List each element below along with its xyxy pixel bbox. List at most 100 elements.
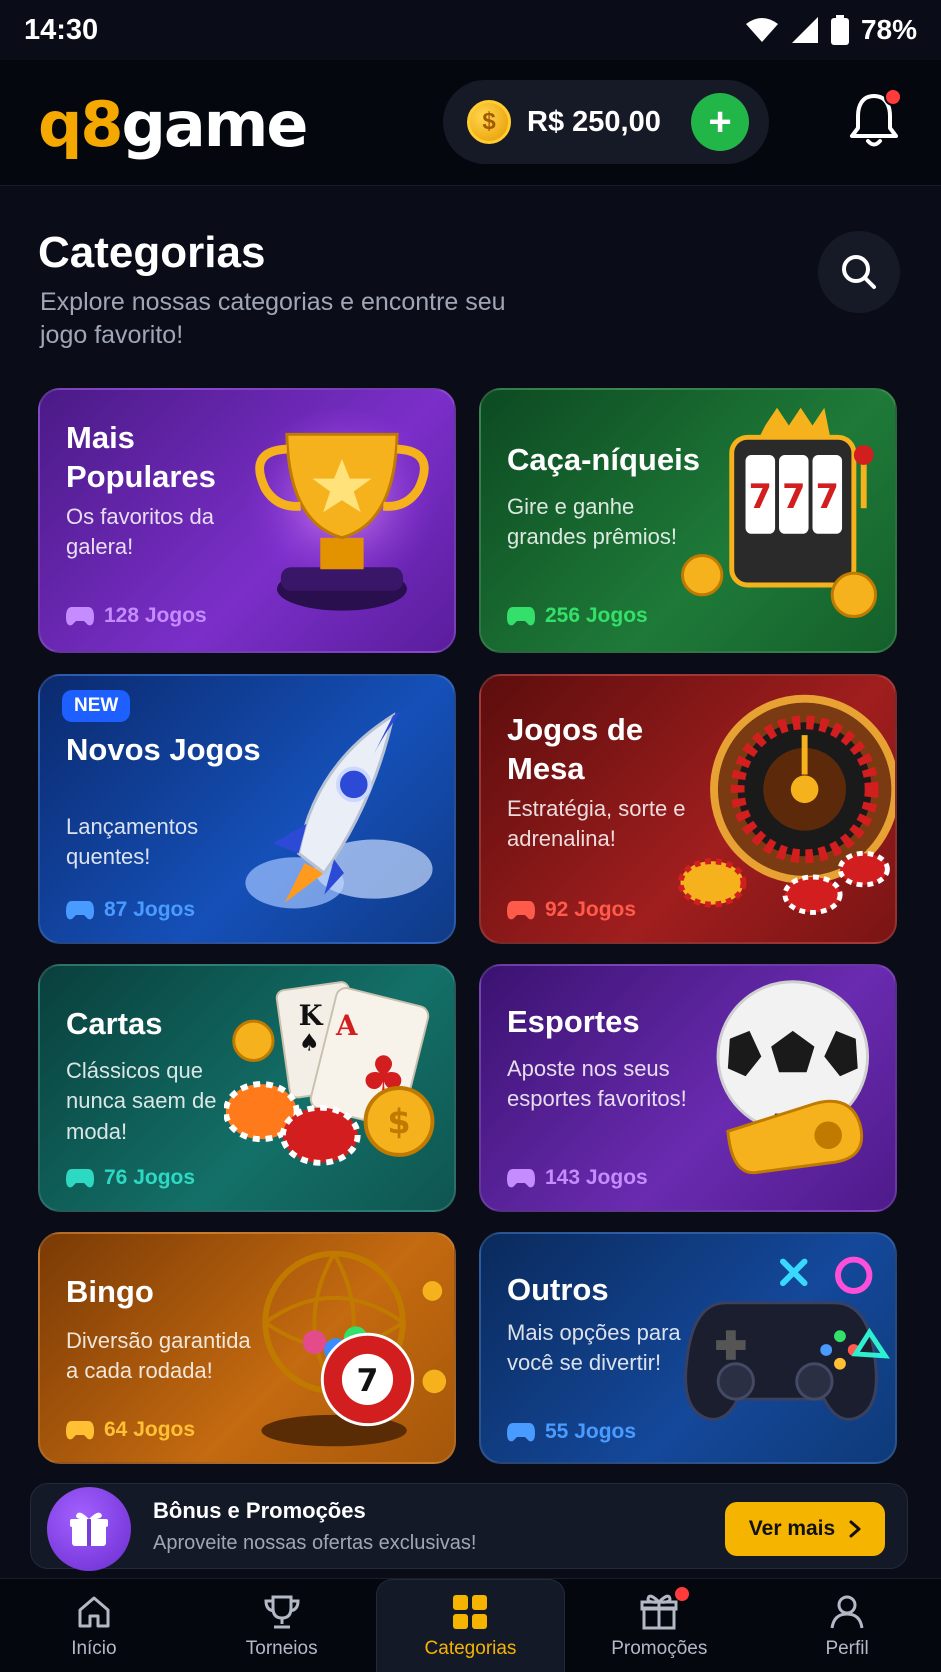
promo-title: Bônus e Promoções bbox=[153, 1498, 366, 1523]
nav-item-perfil[interactable]: Perfil bbox=[753, 1579, 941, 1672]
grid-icon bbox=[453, 1595, 488, 1629]
card-description: Aposte nos seus esportes favoritos! bbox=[507, 1056, 687, 1112]
page-title: Categorias bbox=[38, 228, 266, 277]
card-game-count: 76 Jogos bbox=[66, 1166, 195, 1190]
card-title: Mais Populares bbox=[66, 420, 216, 495]
category-card-caca-niqueis[interactable]: 7 7 7 Caça-níqueis Gire e ganhe grandes … bbox=[479, 388, 897, 653]
card-game-count: 128 Jogos bbox=[66, 604, 207, 628]
logo-part-q8: q8 bbox=[38, 88, 124, 161]
card-description: Estratégia, sorte e adrenalina! bbox=[507, 796, 686, 852]
nav-label: Promoções bbox=[611, 1637, 708, 1659]
card-game-count: 64 Jogos bbox=[66, 1418, 195, 1442]
nav-item-categorias[interactable]: Categorias bbox=[375, 1579, 566, 1672]
category-card-outros[interactable]: Outros Mais opções para você se divertir… bbox=[479, 1232, 897, 1464]
search-button[interactable] bbox=[818, 231, 900, 313]
status-time: 14:30 bbox=[24, 13, 99, 46]
category-card-esportes[interactable]: Esportes Aposte nos seus esportes favori… bbox=[479, 964, 897, 1212]
nav-label: Início bbox=[71, 1637, 117, 1659]
nav-notification-dot bbox=[675, 1587, 690, 1601]
coin-icon: $ bbox=[467, 100, 511, 144]
gamepad-icon bbox=[507, 901, 535, 920]
svg-text:7: 7 bbox=[782, 477, 805, 516]
wifi-icon bbox=[745, 18, 778, 42]
card-title: Jogos de Mesa bbox=[507, 712, 644, 787]
slot-machine-illustration: 7 7 7 bbox=[681, 407, 878, 619]
card-description: Clássicos que nunca saem de moda! bbox=[66, 1058, 217, 1144]
cards-chips-illustration: K ♠ A ♣ $ bbox=[224, 981, 435, 1166]
status-indicators: 78% bbox=[745, 14, 917, 46]
svg-text:K: K bbox=[299, 1000, 324, 1032]
promo-banner[interactable]: Bônus e Promoções Aproveite nossas ofert… bbox=[30, 1483, 908, 1571]
notifications-button[interactable] bbox=[848, 88, 904, 154]
page-subtitle: Explore nossas categorias e encontre seu… bbox=[40, 288, 506, 349]
home-icon bbox=[78, 1596, 110, 1627]
card-count-text: 92 Jogos bbox=[545, 898, 637, 921]
search-icon bbox=[842, 255, 876, 289]
gift-icon bbox=[640, 1594, 678, 1629]
card-count-text: 87 Jogos bbox=[104, 898, 196, 921]
nav-item-torneios[interactable]: Torneios bbox=[188, 1579, 376, 1672]
svg-text:7: 7 bbox=[357, 1363, 379, 1399]
nav-item-inicio[interactable]: Início bbox=[0, 1579, 188, 1672]
card-count-text: 55 Jogos bbox=[545, 1420, 637, 1443]
promo-subtitle: Aproveite nossas ofertas exclusivas! bbox=[153, 1532, 477, 1554]
svg-text:♠: ♠ bbox=[299, 1029, 320, 1057]
bingo-illustration: 7 bbox=[261, 1250, 447, 1447]
nav-label: Torneios bbox=[245, 1637, 318, 1659]
card-title: Caça-níqueis bbox=[507, 442, 700, 477]
logo-part-game: game bbox=[121, 88, 309, 161]
gamepad-icon bbox=[66, 607, 94, 626]
card-title: Novos Jogos bbox=[66, 732, 261, 767]
gamepad-icon bbox=[66, 1169, 94, 1188]
battery-icon bbox=[830, 15, 849, 45]
balance-pill[interactable]: $ R$ 250,00 + bbox=[443, 80, 769, 164]
card-description: Lançamentos quentes! bbox=[66, 814, 199, 870]
rocket-illustration bbox=[245, 711, 433, 909]
new-badge: NEW bbox=[62, 690, 131, 722]
category-card-cartas[interactable]: K ♠ A ♣ $ Cartas Clássicos que nunca sae… bbox=[38, 964, 456, 1212]
app-header: q8game $ R$ 250,00 + bbox=[0, 60, 941, 186]
card-description: Diversão garantida a cada rodada! bbox=[66, 1328, 251, 1384]
svg-text:A: A bbox=[335, 1010, 358, 1042]
card-description: Mais opções para você se divertir! bbox=[507, 1320, 681, 1376]
card-count-text: 64 Jogos bbox=[104, 1418, 196, 1441]
notification-dot bbox=[884, 88, 902, 106]
gamepad-icon bbox=[66, 1421, 94, 1440]
gamepad-icon bbox=[507, 607, 535, 626]
card-title: Bingo bbox=[66, 1274, 154, 1309]
add-funds-button[interactable]: + bbox=[691, 93, 749, 151]
category-card-novos-jogos[interactable]: NEW Novos Jogos Lançamentos quentes! 87 … bbox=[38, 674, 456, 944]
gamepad-illustration bbox=[684, 1256, 890, 1421]
balance-amount: R$ 250,00 bbox=[527, 105, 661, 138]
gamepad-icon bbox=[66, 901, 94, 920]
bottom-navigation: Início Torneios Categorias Promoções Per… bbox=[0, 1578, 941, 1672]
card-description: Os favoritos da galera! bbox=[66, 504, 214, 560]
ver-mais-button[interactable]: Ver mais bbox=[725, 1502, 885, 1556]
card-title: Esportes bbox=[507, 1004, 640, 1039]
category-card-jogos-de-mesa[interactable]: Jogos de Mesa Estratégia, sorte e adrena… bbox=[479, 674, 897, 944]
trophy-icon bbox=[264, 1595, 300, 1628]
category-card-bingo[interactable]: 7 Bingo Diversão garantida a cada rodada… bbox=[38, 1232, 456, 1464]
card-game-count: 92 Jogos bbox=[507, 898, 636, 922]
card-count-text: 76 Jogos bbox=[104, 1166, 196, 1189]
card-game-count: 55 Jogos bbox=[507, 1420, 636, 1444]
user-icon bbox=[830, 1595, 864, 1628]
ver-mais-label: Ver mais bbox=[748, 1517, 836, 1540]
card-title: Cartas bbox=[66, 1006, 163, 1041]
svg-text:$: $ bbox=[387, 1102, 410, 1141]
gamepad-icon bbox=[507, 1423, 535, 1442]
nav-label: Perfil bbox=[825, 1637, 869, 1659]
card-title: Outros bbox=[507, 1272, 609, 1307]
card-game-count: 256 Jogos bbox=[507, 604, 648, 628]
card-game-count: 143 Jogos bbox=[507, 1166, 648, 1190]
card-count-text: 256 Jogos bbox=[545, 604, 648, 627]
category-card-mais-populares[interactable]: Mais Populares Os favoritos da galera! 1… bbox=[38, 388, 456, 653]
nav-label: Categorias bbox=[424, 1638, 517, 1659]
card-count-text: 143 Jogos bbox=[545, 1166, 648, 1189]
app-logo[interactable]: q8game bbox=[38, 88, 309, 161]
nav-item-promocoes[interactable]: Promoções bbox=[565, 1579, 753, 1672]
card-description: Gire e ganhe grandes prêmios! bbox=[507, 494, 677, 550]
gift-icon bbox=[47, 1487, 131, 1571]
gamepad-icon bbox=[507, 1169, 535, 1188]
svg-text:7: 7 bbox=[749, 477, 772, 516]
